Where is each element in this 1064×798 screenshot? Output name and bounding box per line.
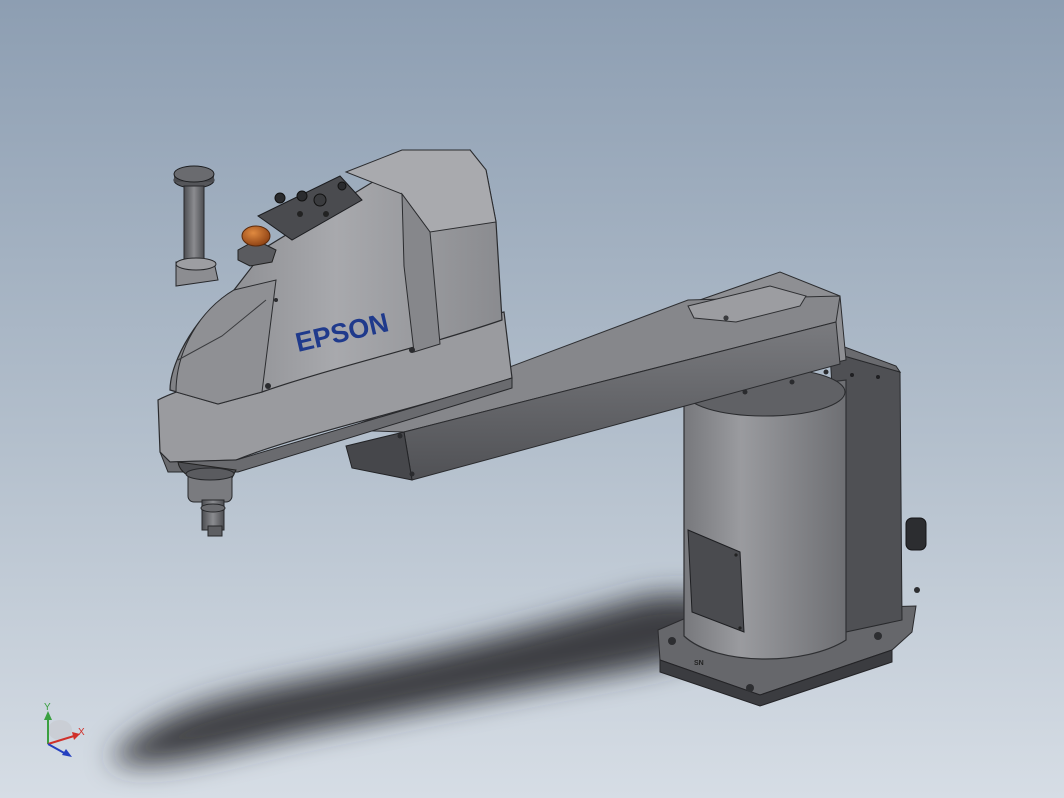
axis-y-label: Y — [44, 702, 51, 713]
robot-model-canvas[interactable]: SN EPSON Y X — [0, 0, 1064, 798]
axis-x-label: X — [78, 727, 85, 738]
base-marking: SN — [694, 660, 704, 667]
cad-viewport[interactable]: SN EPSON Y X — [0, 0, 1064, 798]
